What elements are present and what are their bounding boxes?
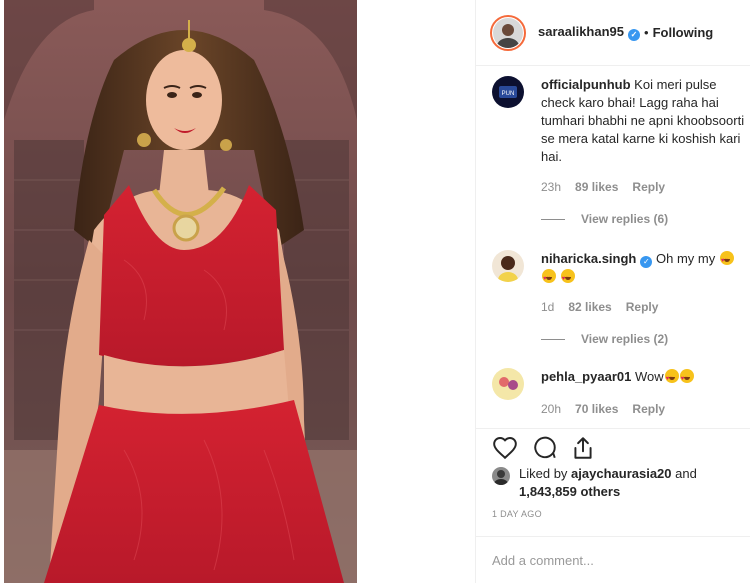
replies-divider-line bbox=[541, 218, 565, 220]
comments-list[interactable]: PUN officialpunhub Koi meri pulse check … bbox=[476, 66, 750, 428]
verified-badge-icon: ✓ bbox=[628, 29, 641, 41]
comment-content: Wow bbox=[634, 369, 664, 384]
commenter-avatar[interactable] bbox=[492, 250, 524, 282]
comment-time[interactable]: 23h bbox=[541, 180, 561, 194]
speech-bubble-icon[interactable] bbox=[532, 435, 558, 461]
reply-button[interactable]: Reply bbox=[626, 300, 659, 314]
likes-count[interactable]: 1,843,859 others bbox=[519, 484, 620, 499]
separator-dot: • bbox=[644, 25, 649, 40]
replies-divider-line bbox=[541, 338, 565, 340]
likes-and: and bbox=[671, 466, 697, 481]
post-photo[interactable] bbox=[4, 0, 357, 583]
author-username[interactable]: saraalikhan95 ✓ bbox=[538, 24, 641, 41]
comment-likes[interactable]: 70 likes bbox=[575, 402, 618, 416]
star-struck-emoji-icon bbox=[664, 369, 679, 388]
comment-time[interactable]: 20h bbox=[541, 402, 561, 416]
star-struck-emoji-icon bbox=[679, 369, 694, 388]
view-replies-button[interactable]: View replies (6) bbox=[541, 212, 668, 226]
post-actions-bar bbox=[476, 428, 750, 468]
share-arrow-icon[interactable] bbox=[570, 435, 596, 461]
comment-text: pehla_pyaar01 Wow bbox=[541, 368, 750, 388]
commenter-avatar[interactable] bbox=[492, 368, 524, 400]
comment-text: officialpunhub Koi meri pulse check karo… bbox=[541, 76, 750, 166]
comment-text: niharicka.singh ✓ Oh my my bbox=[541, 250, 750, 288]
commenter-avatar[interactable]: PUN bbox=[492, 76, 524, 108]
verified-badge-icon: ✓ bbox=[640, 256, 653, 268]
star-struck-emoji-icon bbox=[560, 269, 575, 288]
likes-summary: Liked by ajaychaurasia20 and 1,843,859 o… bbox=[492, 465, 742, 501]
post-header: saraalikhan95 ✓ • Following bbox=[476, 0, 750, 66]
view-replies-label[interactable]: View replies (2) bbox=[581, 332, 668, 346]
view-replies-label[interactable]: View replies (6) bbox=[581, 212, 668, 226]
comment-likes[interactable]: 82 likes bbox=[568, 300, 611, 314]
reply-button[interactable]: Reply bbox=[632, 180, 665, 194]
likes-text: Liked by ajaychaurasia20 and 1,843,859 o… bbox=[492, 465, 742, 501]
liker-username[interactable]: ajaychaurasia20 bbox=[571, 466, 671, 481]
liked-by-prefix: Liked by bbox=[519, 466, 572, 481]
comment-time[interactable]: 1d bbox=[541, 300, 554, 314]
add-comment-input[interactable] bbox=[492, 552, 732, 568]
add-comment-area bbox=[476, 536, 750, 583]
comment-meta: 23h 89 likes Reply bbox=[541, 180, 665, 194]
post-sidebar: saraalikhan95 ✓ • Following PUN officialp… bbox=[475, 0, 750, 583]
post-timestamp[interactable]: 1 DAY AGO bbox=[492, 509, 542, 519]
reply-button[interactable]: Reply bbox=[632, 402, 665, 416]
view-replies-button[interactable]: View replies (2) bbox=[541, 332, 668, 346]
author-avatar[interactable] bbox=[493, 17, 523, 48]
author-avatar-ring[interactable] bbox=[490, 14, 526, 51]
author-username-text[interactable]: saraalikhan95 bbox=[538, 24, 624, 39]
commenter-username[interactable]: officialpunhub bbox=[541, 77, 631, 92]
comment-meta: 1d 82 likes Reply bbox=[541, 300, 658, 314]
heart-outline-icon[interactable] bbox=[492, 435, 518, 461]
svg-text:PUN: PUN bbox=[502, 91, 515, 97]
following-button[interactable]: Following bbox=[653, 25, 714, 40]
star-struck-emoji-icon bbox=[719, 251, 734, 270]
commenter-username[interactable]: pehla_pyaar01 bbox=[541, 369, 631, 384]
comment-likes[interactable]: 89 likes bbox=[575, 180, 618, 194]
comment-meta: 20h 70 likes Reply bbox=[541, 402, 665, 416]
commenter-username[interactable]: niharicka.singh bbox=[541, 251, 636, 266]
comment-content: Oh my my bbox=[656, 251, 716, 266]
star-struck-emoji-icon bbox=[542, 269, 556, 288]
liker-avatar[interactable] bbox=[492, 467, 510, 485]
